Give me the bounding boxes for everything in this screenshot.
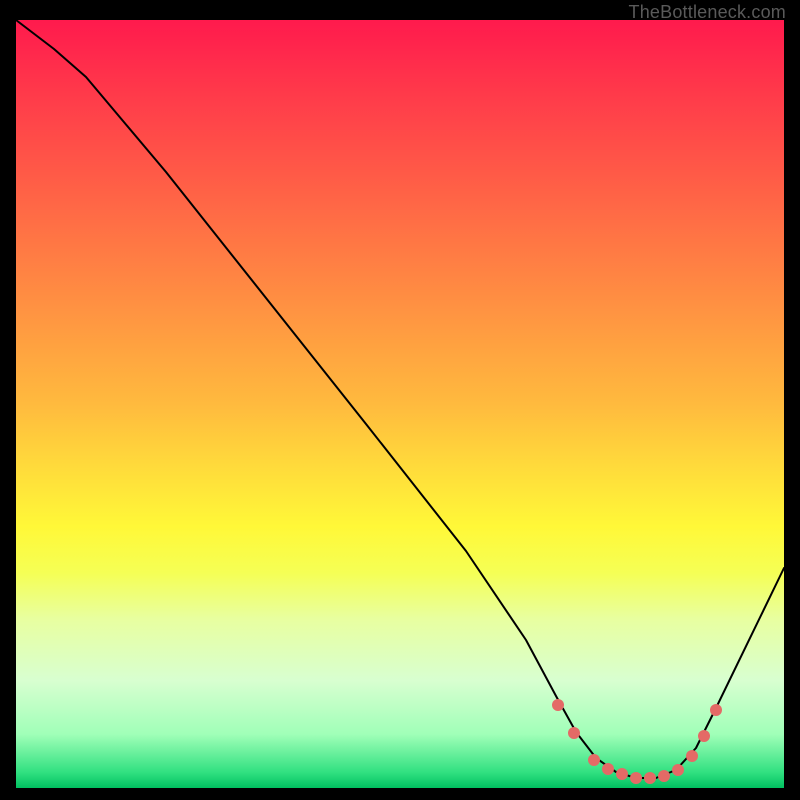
curve-marker [672, 764, 684, 776]
curve-marker [698, 730, 710, 742]
curve-marker [630, 772, 642, 784]
curve-marker [568, 727, 580, 739]
plot-area [16, 20, 784, 788]
curve-marker [644, 772, 656, 784]
curve-layer [16, 20, 784, 788]
curve-marker [710, 704, 722, 716]
curve-marker [602, 763, 614, 775]
curve-marker [686, 750, 698, 762]
curve-marker [588, 754, 600, 766]
curve-marker [552, 699, 564, 711]
bottleneck-curve [16, 20, 784, 778]
curve-marker [658, 770, 670, 782]
curve-markers [552, 699, 722, 784]
curve-marker [616, 768, 628, 780]
chart-container: TheBottleneck.com [0, 0, 800, 800]
